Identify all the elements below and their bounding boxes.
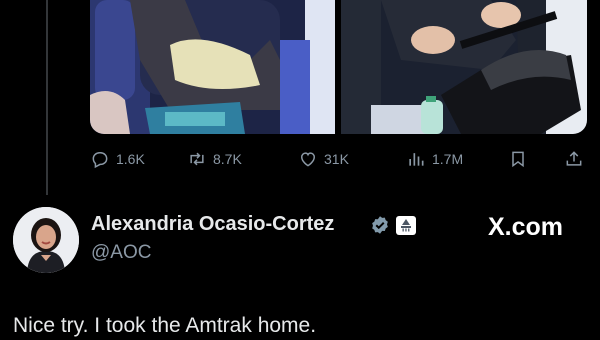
views-button[interactable]: 1.7M: [406, 145, 463, 173]
site-watermark: X.com: [488, 213, 564, 241]
author-handle[interactable]: @AOC: [91, 242, 151, 264]
repost-icon: [190, 152, 204, 166]
repost-count: 8.7K: [213, 151, 242, 167]
thread-line: [46, 0, 48, 195]
like-count: 31K: [324, 151, 349, 167]
bookmark-icon: [512, 151, 524, 168]
share-icon: [566, 151, 582, 166]
photo-traveler-bag[interactable]: [341, 0, 587, 134]
government-badge-icon: [396, 216, 416, 235]
reply-button[interactable]: 1.6K: [90, 145, 145, 173]
tweet-text: Nice try. I took the Amtrak home.: [13, 314, 317, 337]
reply-icon: [92, 152, 108, 169]
heart-icon: [300, 152, 316, 167]
photo-train-seat[interactable]: [90, 0, 335, 134]
tweet-actions: 1.6K 8.7K 31K 1.7M: [90, 145, 590, 173]
avatar[interactable]: [13, 207, 79, 273]
media-grid: [90, 0, 587, 134]
like-button[interactable]: 31K: [298, 145, 349, 173]
repost-button[interactable]: 8.7K: [187, 145, 242, 173]
author-name[interactable]: Alexandria Ocasio-Cortez: [91, 213, 334, 236]
share-button[interactable]: [564, 145, 584, 173]
reply-count: 1.6K: [116, 151, 145, 167]
verified-checkmark-icon: [372, 216, 388, 234]
bookmark-button[interactable]: [508, 145, 528, 173]
views-icon: [409, 153, 424, 166]
view-count: 1.7M: [432, 151, 464, 167]
